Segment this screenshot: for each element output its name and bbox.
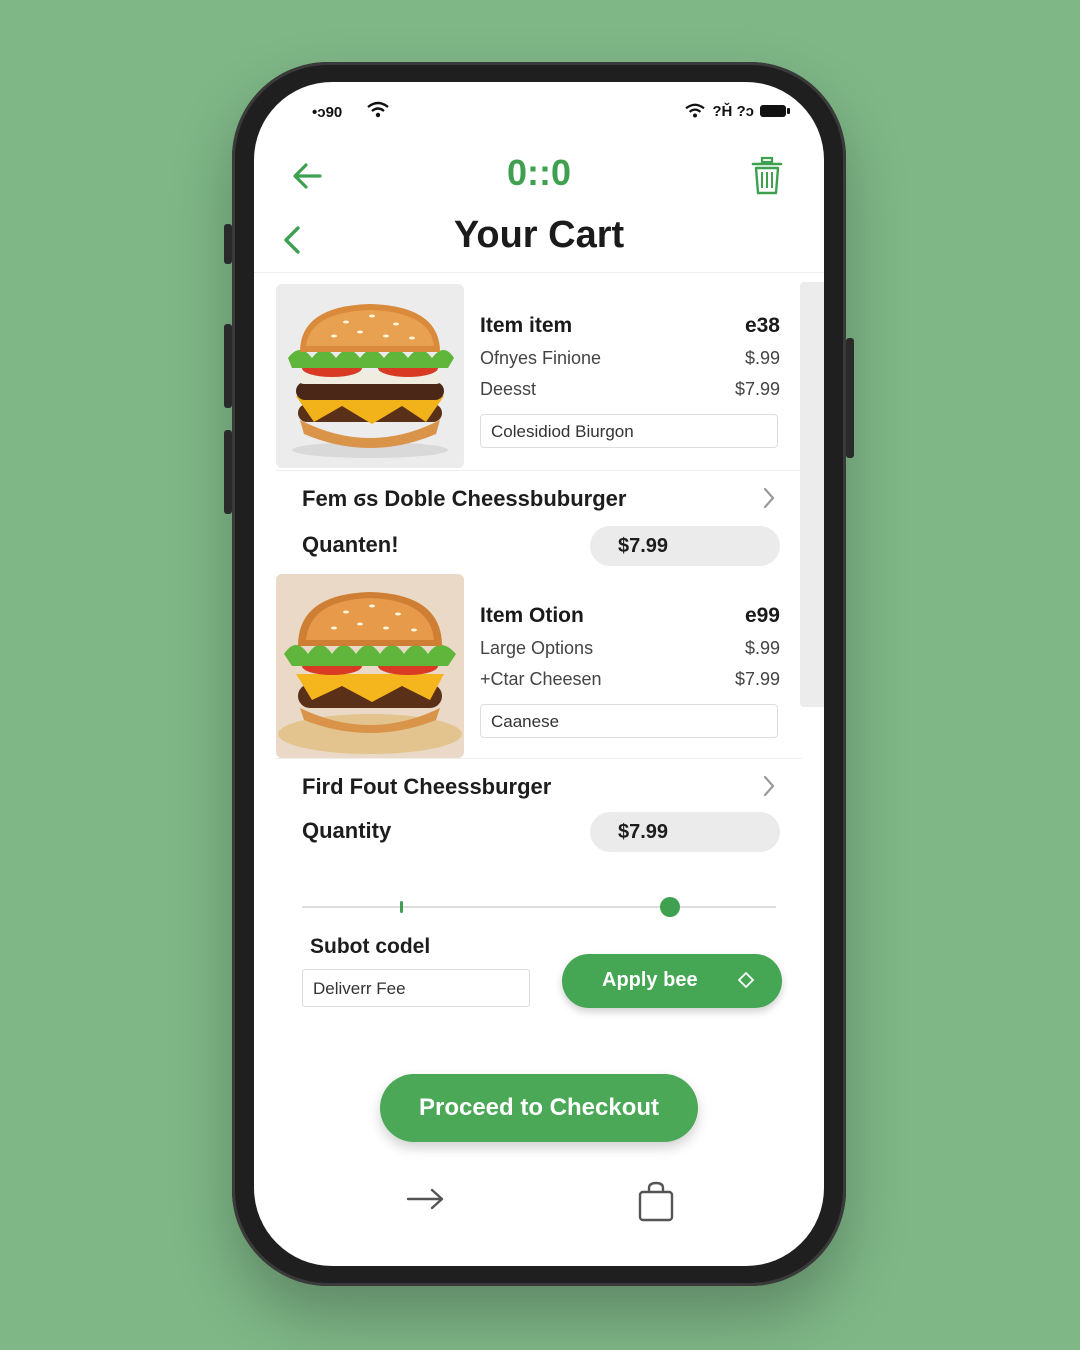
signal-text: ?Ȟ ?ᴐ bbox=[712, 102, 754, 120]
burger-illustration bbox=[288, 304, 454, 458]
divider bbox=[276, 470, 802, 471]
item-head-row: Item Otion e99 bbox=[480, 604, 780, 628]
item-head-row: Item item e38 bbox=[480, 314, 780, 338]
price-pill[interactable]: $7.99 bbox=[590, 812, 780, 852]
item-option-price: $.99 bbox=[744, 638, 780, 658]
price-pill[interactable]: $7.99 bbox=[590, 526, 780, 566]
volume-down-button bbox=[224, 430, 232, 514]
cart-item: Item item e38 Ofnyes Finione $.99 Deesst… bbox=[276, 284, 800, 470]
item-details: Item Otion e99 Large Options $.99 +Ctar … bbox=[480, 604, 780, 690]
quantity-label: Quantity bbox=[302, 818, 392, 843]
status-bar: •ᴐ90 ?Ȟ ?ᴐ bbox=[254, 100, 824, 130]
item-option-price: $.99 bbox=[744, 348, 780, 368]
slider-thumb[interactable] bbox=[660, 897, 680, 917]
trash-icon[interactable] bbox=[750, 156, 784, 196]
item-head-price: e38 bbox=[744, 314, 780, 337]
burger-image bbox=[276, 284, 464, 468]
battery-icon bbox=[760, 105, 790, 117]
power-button bbox=[846, 338, 854, 458]
quantity-row: Quantity $7.99 bbox=[302, 812, 780, 852]
chevron-right-icon bbox=[763, 487, 775, 509]
item-details: Item item e38 Ofnyes Finione $.99 Deesst… bbox=[480, 314, 780, 400]
item-title: Fem ϭs Doble Cheessbuburger bbox=[302, 486, 627, 511]
page-title: Your Cart bbox=[453, 214, 625, 256]
status-right: ?Ȟ ?ᴐ bbox=[684, 102, 790, 120]
cart-header: Your Cart bbox=[254, 212, 824, 273]
app-screen: •ᴐ90 ?Ȟ ?ᴐ 0::0 Your Cart Item item e38 … bbox=[254, 82, 824, 1266]
slider-tick bbox=[400, 901, 403, 913]
item-option-row: Ofnyes Finione $.99 bbox=[480, 348, 780, 369]
item-note-field[interactable]: Caanese bbox=[480, 704, 778, 738]
promo-input[interactable]: Deliverr Fee bbox=[302, 969, 530, 1007]
quantity-label: Quanten! bbox=[302, 532, 399, 557]
item-option-name: Large Options bbox=[480, 638, 594, 658]
cart-item: Item Otion e99 Large Options $.99 +Ctar … bbox=[276, 574, 800, 760]
promo-label: Subot codel bbox=[310, 935, 431, 958]
top-bar: 0::0 bbox=[254, 152, 824, 212]
item-option-price: $7.99 bbox=[734, 379, 780, 399]
scrollbar[interactable] bbox=[800, 282, 824, 707]
item-head-price: e99 bbox=[744, 604, 780, 627]
divider bbox=[276, 758, 802, 759]
item-head-name: Item Otion bbox=[480, 604, 584, 627]
burger-image bbox=[276, 574, 464, 758]
burger-illustration bbox=[278, 592, 462, 754]
item-title-row[interactable]: Fem ϭs Doble Cheessbuburger bbox=[302, 486, 776, 512]
item-option-price: $7.99 bbox=[734, 669, 780, 689]
bottom-nav bbox=[254, 1180, 824, 1230]
apply-button-label: Apply bee bbox=[602, 969, 698, 991]
slider-track bbox=[302, 906, 776, 908]
item-title-row[interactable]: Fird Fout Cheessburger bbox=[302, 774, 776, 800]
apply-button[interactable]: Apply bee bbox=[562, 954, 782, 1008]
diamond-icon bbox=[738, 972, 754, 988]
mute-switch bbox=[224, 224, 232, 264]
item-title: Fird Fout Cheessburger bbox=[302, 774, 552, 799]
item-option-row: Large Options $.99 bbox=[480, 638, 780, 659]
chevron-right-icon bbox=[763, 775, 775, 797]
wifi-icon bbox=[367, 101, 389, 118]
item-option-name: Deesst bbox=[480, 379, 537, 399]
item-note-field[interactable]: Colesidiod Biurgon bbox=[480, 414, 778, 448]
quantity-row: Quanten! $7.99 bbox=[302, 526, 780, 566]
volume-up-button bbox=[224, 324, 232, 408]
timer-text: 0::0 bbox=[506, 152, 572, 193]
range-slider[interactable] bbox=[302, 897, 776, 917]
arrow-right-icon[interactable] bbox=[404, 1184, 448, 1214]
item-option-name: Ofnyes Finione bbox=[480, 348, 602, 368]
checkout-button[interactable]: Proceed to Checkout bbox=[380, 1074, 698, 1142]
item-head-name: Item item bbox=[480, 314, 573, 337]
wifi-icon bbox=[685, 103, 706, 118]
shopping-bag-icon[interactable] bbox=[636, 1180, 676, 1224]
phone-frame: •ᴐ90 ?Ȟ ?ᴐ 0::0 Your Cart Item item e38 … bbox=[224, 62, 854, 1286]
carrier-text: •ᴐ90 bbox=[312, 104, 343, 121]
item-option-row: Deesst $7.99 bbox=[480, 379, 780, 400]
item-option-name: +Ctar Cheesen bbox=[480, 669, 602, 689]
item-option-row: +Ctar Cheesen $7.99 bbox=[480, 669, 780, 690]
